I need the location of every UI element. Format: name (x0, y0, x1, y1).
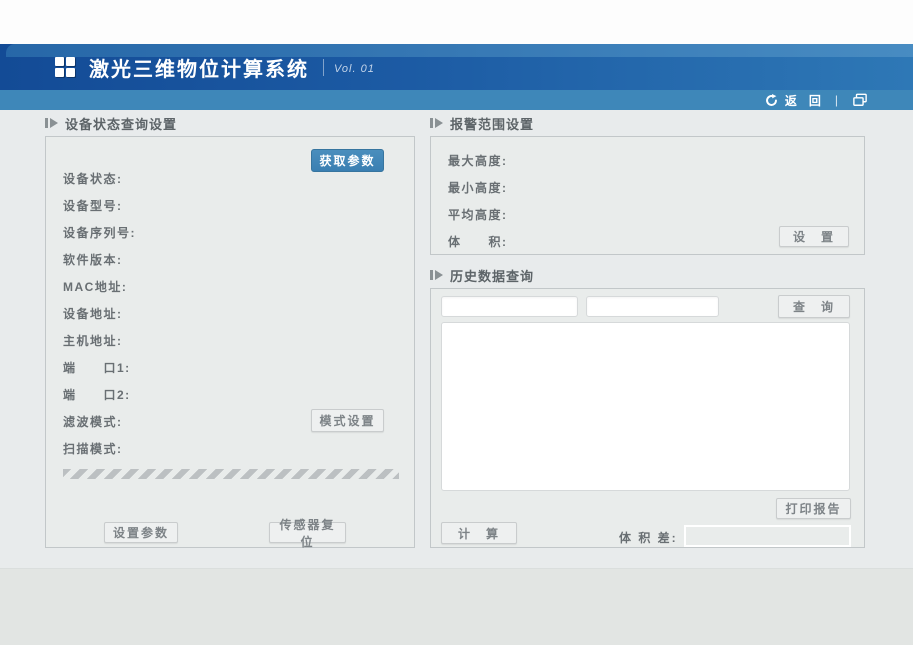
section-marker-icon (430, 117, 444, 129)
app-version: Vol. 01 (334, 59, 375, 75)
max-height-label: 最大高度: (448, 154, 508, 168)
app-title: 激光三维物位计算系统 (89, 53, 309, 82)
history-section-header: 历史数据查询 (430, 266, 534, 284)
title-divider (323, 59, 324, 76)
back-label: 返 回 (785, 92, 821, 109)
min-height-label: 最小高度: (448, 181, 508, 195)
mac-address-label: MAC地址: (63, 280, 127, 294)
host-address-label: 主机地址: (63, 334, 123, 348)
footer-area (0, 568, 913, 645)
scan-mode-label: 扫描模式: (63, 442, 123, 456)
volume-diff-input[interactable] (684, 525, 851, 547)
progress-hatch-bar (63, 469, 399, 479)
filter-mode-label: 滤波模式: (63, 415, 123, 429)
mode-set-button[interactable]: 模式设置 (311, 409, 384, 432)
query-button[interactable]: 查 询 (778, 295, 850, 318)
sub-toolbar: 返 回 | (0, 90, 913, 110)
software-version-label: 软件版本: (63, 253, 123, 267)
device-fields: 设备状态: 设备型号: 设备序列号: 软件版本: MAC地址: 设备地址: 主机… (63, 165, 136, 462)
volume-diff-label: 体 积 差: (619, 529, 678, 546)
alarm-set-button[interactable]: 设 置 (779, 226, 849, 247)
back-button[interactable]: 返 回 (765, 92, 821, 109)
toolbar-divider: | (835, 93, 838, 107)
history-query-panel: 查 询 打印报告 计 算 体 积 差: (430, 288, 865, 548)
history-start-input[interactable] (441, 296, 578, 317)
alarm-section-header: 报警范围设置 (430, 114, 534, 132)
port2-label: 端 口2: (63, 388, 131, 402)
cascade-windows-icon[interactable] (852, 93, 868, 107)
device-address-label: 设备地址: (63, 307, 123, 321)
app-logo-icon (55, 57, 75, 77)
get-params-button[interactable]: 获取参数 (311, 149, 384, 172)
section-marker-icon (430, 269, 444, 281)
device-status-panel: 获取参数 设备状态: 设备型号: 设备序列号: 软件版本: MAC地址: 设备地… (45, 136, 415, 548)
device-section-title: 设备状态查询设置 (65, 114, 177, 133)
volume-label: 体 积: (448, 235, 508, 249)
section-marker-icon (45, 117, 59, 129)
device-serial-label: 设备序列号: (63, 226, 136, 240)
history-section-title: 历史数据查询 (450, 266, 534, 285)
app-window: 激光三维物位计算系统 Vol. 01 返 回 | 设备状态查询设置 获取参数 (0, 0, 913, 645)
device-model-label: 设备型号: (63, 199, 123, 213)
app-header: 激光三维物位计算系统 Vol. 01 (0, 44, 913, 90)
device-status-label: 设备状态: (63, 172, 123, 186)
print-report-button[interactable]: 打印报告 (776, 498, 851, 519)
avg-height-label: 平均高度: (448, 208, 508, 222)
history-results-area[interactable] (441, 322, 850, 491)
alarm-range-panel: 最大高度: 最小高度: 平均高度: 体 积: 设 置 (430, 136, 865, 255)
set-params-button[interactable]: 设置参数 (104, 522, 178, 543)
alarm-section-title: 报警范围设置 (450, 114, 534, 133)
alarm-fields: 最大高度: 最小高度: 平均高度: 体 积: (448, 147, 508, 255)
port1-label: 端 口1: (63, 361, 131, 375)
calculate-button[interactable]: 计 算 (441, 522, 517, 544)
history-end-input[interactable] (586, 296, 719, 317)
device-section-header: 设备状态查询设置 (45, 114, 177, 132)
refresh-icon (765, 94, 778, 107)
sensor-reset-button[interactable]: 传感器复位 (269, 522, 346, 543)
top-white-strip (0, 0, 913, 44)
